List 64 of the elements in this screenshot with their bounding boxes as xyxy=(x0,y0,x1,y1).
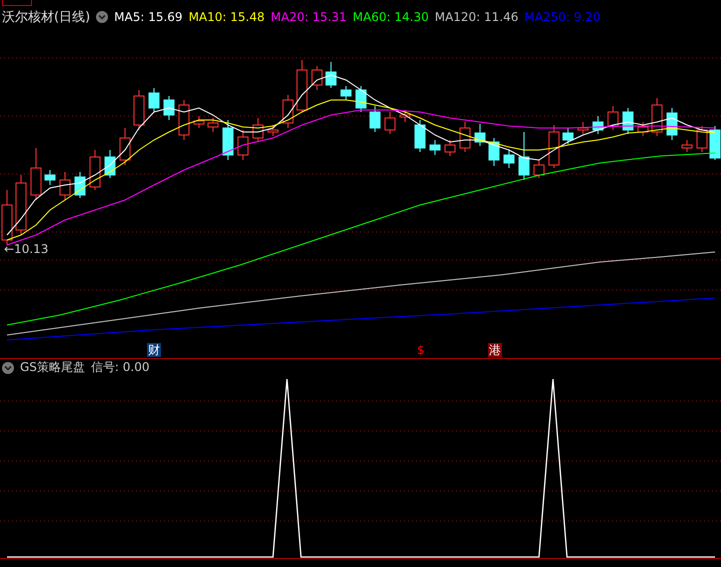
candlestick xyxy=(282,94,294,128)
candlestick xyxy=(326,62,336,88)
event-marker[interactable]: 财 xyxy=(147,343,161,357)
candlestick xyxy=(222,120,234,160)
candlestick xyxy=(696,126,708,152)
indicator-reading: 信号: 0.00 xyxy=(90,359,150,376)
candlestick xyxy=(430,140,440,156)
candlestick xyxy=(548,124,560,168)
candlestick xyxy=(414,120,426,152)
period-tab-strip xyxy=(2,0,32,6)
candlestick xyxy=(488,138,500,166)
candlestick xyxy=(60,172,70,200)
candlestick xyxy=(238,130,248,160)
candlestick xyxy=(268,124,278,136)
candlestick xyxy=(682,140,692,152)
candlestick xyxy=(16,174,26,236)
moving-average-reading: MA120: 11.46 xyxy=(434,10,518,24)
candlestick xyxy=(252,118,264,142)
candlestick xyxy=(356,86,366,112)
moving-average-reading: MA250: 9.20 xyxy=(524,10,600,24)
candlestick xyxy=(474,124,486,146)
candlestick xyxy=(44,170,56,186)
candlestick xyxy=(444,140,456,156)
moving-average-reading: MA20: 15.31 xyxy=(270,10,347,24)
candlestick xyxy=(178,100,190,140)
candlestick xyxy=(578,122,588,134)
candlestick xyxy=(194,116,204,128)
candlestick xyxy=(710,126,720,160)
candlestick xyxy=(296,60,308,112)
stock-title: 沃尔核材(日线) xyxy=(2,9,90,26)
candlestick xyxy=(208,118,218,132)
moving-average-reading: MA60: 14.30 xyxy=(352,10,429,24)
moving-average-reading: MA5: 15.69 xyxy=(114,10,183,24)
candlestick xyxy=(148,88,160,112)
moving-average-reading: MA10: 15.48 xyxy=(188,10,265,24)
candlestick xyxy=(30,148,42,200)
candlestick xyxy=(622,108,634,134)
candlestick xyxy=(608,106,618,130)
candlestick xyxy=(370,106,380,132)
candlestick xyxy=(638,122,648,136)
low-price-label: ←10.13 xyxy=(4,242,48,256)
candlestick xyxy=(74,172,86,198)
candlestick xyxy=(384,112,396,134)
candlestick xyxy=(504,150,514,168)
candlestick xyxy=(592,116,604,134)
candlestick xyxy=(400,110,410,122)
candlestick xyxy=(340,86,352,100)
candlestick xyxy=(652,98,662,136)
dropdown-icon[interactable] xyxy=(96,11,108,23)
candlestick xyxy=(104,150,116,178)
candlestick xyxy=(312,66,322,90)
candlestick xyxy=(518,132,530,180)
candlestick xyxy=(562,128,574,144)
candlestick xyxy=(134,90,144,130)
event-marker[interactable]: $ xyxy=(416,343,426,357)
candlestick xyxy=(164,96,174,120)
indicator-name: GS策略尾盘 xyxy=(20,359,85,376)
candlestick xyxy=(534,160,544,178)
event-marker[interactable]: 港 xyxy=(488,343,502,357)
candlestick xyxy=(90,150,100,190)
candlestick xyxy=(120,128,130,166)
candlestick xyxy=(460,122,470,152)
candlestick xyxy=(666,108,678,140)
dropdown-icon[interactable] xyxy=(2,362,14,374)
